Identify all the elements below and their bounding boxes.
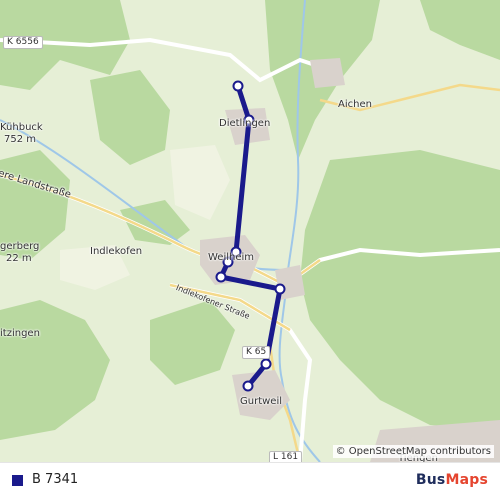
peak-elevation-bergerberg: 22 m (6, 253, 32, 264)
place-label-indlekofen: Indlekofen (90, 246, 143, 257)
peak-label-bergerberg: gerberg (0, 241, 40, 252)
route-color-swatch (12, 475, 23, 486)
place-label-dietlingen: Dietlingen (219, 118, 271, 129)
stop-marker[interactable] (215, 271, 227, 283)
road-label-k6556: K 6556 (3, 36, 43, 49)
road-label-k65: K 65 (242, 346, 271, 359)
stop-marker[interactable] (274, 283, 286, 295)
peak-elevation-kuhbuck: 752 m (4, 134, 37, 145)
place-label-weilheim: Weilheim (208, 252, 255, 263)
place-label-gurtweil: Gurtweil (240, 396, 283, 407)
busmaps-logo[interactable]: BusMaps (416, 472, 488, 488)
attribution-text: © OpenStreetMap contributors (335, 446, 491, 457)
map-view[interactable]: K 6556 Aichen Dietlingen Kühbuck 752 m e… (0, 0, 500, 462)
stop-marker[interactable] (242, 380, 254, 392)
place-label-aichen: Aichen (338, 99, 372, 110)
map-attribution[interactable]: © OpenStreetMap contributors (332, 445, 494, 458)
road-label-l161: L 161 (269, 451, 303, 462)
legend-bar: B 7341 BusMaps (0, 462, 500, 501)
route-legend-label: B 7341 (32, 472, 79, 487)
map-canvas (0, 0, 500, 462)
stop-marker[interactable] (260, 358, 272, 370)
place-label-itzingen: itzingen (0, 328, 40, 339)
peak-label-kuhbuck: Kühbuck (0, 122, 43, 133)
stop-marker[interactable] (232, 80, 244, 92)
